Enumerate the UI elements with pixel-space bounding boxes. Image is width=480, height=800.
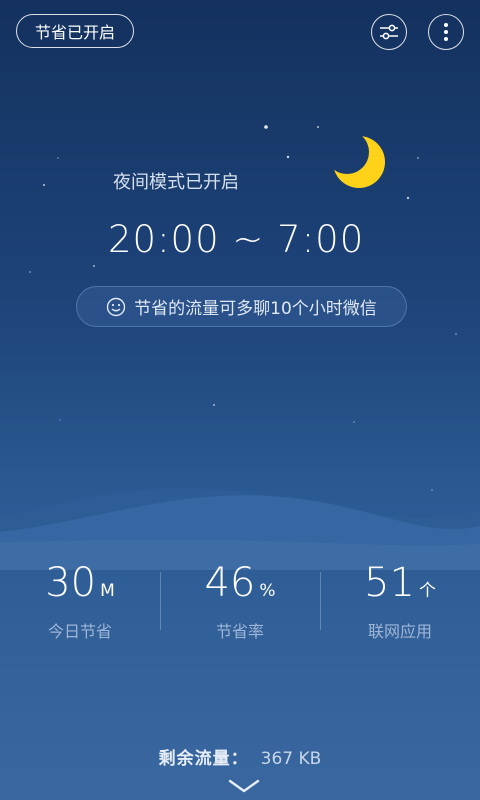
savings-tip-banner: 节省的流量可多聊10个小时微信	[76, 286, 407, 327]
stat-value: 51	[364, 560, 415, 606]
stats-row: 30 M 今日节省 46 % 节省率 51 个 联网应用	[0, 560, 480, 650]
stat-label: 今日节省	[47, 622, 112, 641]
remaining-data: 剩余流量： 367 KB	[0, 744, 480, 769]
remaining-data-value: 367 KB	[260, 749, 322, 769]
remaining-data-label: 剩余流量：	[158, 749, 249, 769]
stat-unit: %	[259, 581, 276, 601]
stat-value: 30	[45, 560, 97, 606]
stat-networked-apps[interactable]: 51 个 联网应用	[320, 560, 480, 650]
sliders-icon	[380, 24, 398, 40]
stat-label: 节省率	[215, 622, 264, 641]
settings-button[interactable]	[371, 14, 407, 50]
stat-unit: M	[100, 581, 115, 601]
stat-today-saved: 30 M 今日节省	[0, 560, 160, 650]
chevron-down-icon[interactable]	[227, 778, 261, 794]
stat-label: 联网应用	[367, 622, 432, 641]
more-options-button[interactable]	[428, 14, 464, 50]
crescent-moon-icon	[333, 136, 385, 188]
night-mode-label: 夜间模式已开启	[113, 172, 239, 193]
stat-unit: 个	[418, 581, 436, 601]
wave-hills	[0, 488, 480, 570]
more-vertical-icon	[444, 23, 448, 41]
stat-saving-rate: 46 % 节省率	[160, 560, 320, 650]
saving-status-button[interactable]: 节省已开启	[16, 14, 134, 48]
stat-value: 46	[204, 560, 256, 606]
night-mode-time-range: 20:00 ~ 7:00	[108, 218, 365, 261]
smiley-icon	[106, 297, 126, 316]
savings-tip-text: 节省的流量可多聊10个小时微信	[134, 299, 377, 319]
